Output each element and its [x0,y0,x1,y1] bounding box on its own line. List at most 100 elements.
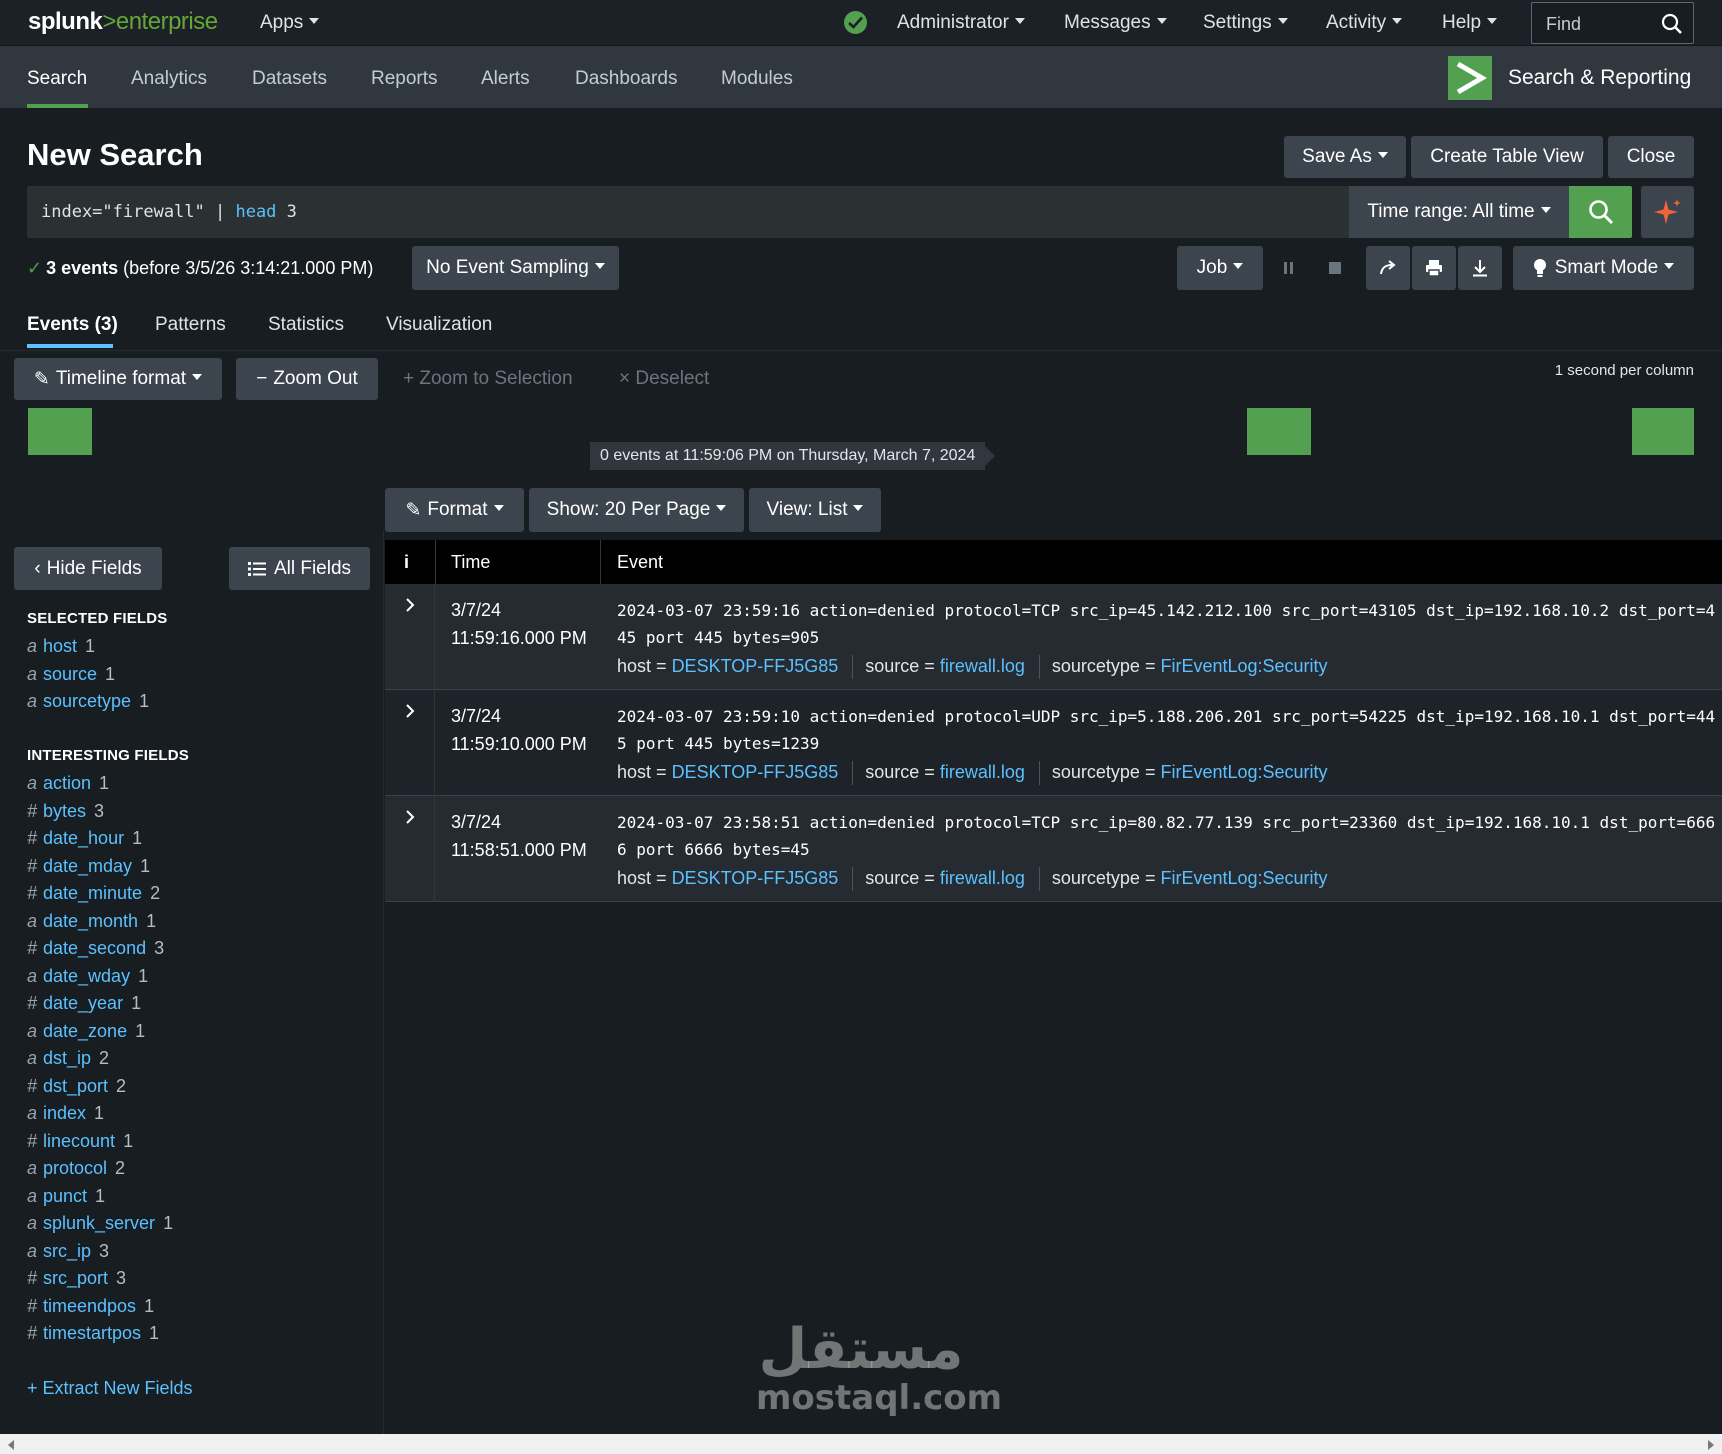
field-name[interactable]: date_second [43,938,146,958]
share-button[interactable] [1366,246,1410,290]
zoom-to-selection-link[interactable]: + Zoom to Selection [403,368,573,390]
field-item[interactable]: a index 1 [27,1103,104,1124]
field-item[interactable]: # date_hour 1 [27,828,142,849]
field-item[interactable]: # date_minute 2 [27,883,160,904]
all-fields-button[interactable]: All Fields [229,547,370,590]
source-value[interactable]: firewall.log [940,868,1025,888]
source-value[interactable]: firewall.log [940,656,1025,676]
format-button[interactable]: ✎ Format [385,488,524,532]
field-item[interactable]: # dst_port 2 [27,1076,126,1097]
field-item[interactable]: # date_mday 1 [27,856,150,877]
field-name[interactable]: dst_ip [43,1048,91,1068]
deselect-link[interactable]: × Deselect [619,368,709,390]
tab-events[interactable]: Events (3) [27,314,118,336]
field-name[interactable]: timeendpos [43,1296,136,1316]
tab-analytics[interactable]: Analytics [131,68,207,90]
tab-alerts[interactable]: Alerts [481,68,530,90]
field-item[interactable]: a date_zone 1 [27,1021,145,1042]
field-item[interactable]: a host 1 [27,636,95,657]
event-raw[interactable]: 2024-03-07 23:59:16 action=denied protoc… [617,597,1717,651]
tab-reports[interactable]: Reports [371,68,438,90]
field-item[interactable]: a action 1 [27,773,109,794]
field-name[interactable]: linecount [43,1131,115,1151]
zoom-out-button[interactable]: − Zoom Out [236,358,378,400]
event-raw[interactable]: 2024-03-07 23:58:51 action=denied protoc… [617,809,1717,863]
field-name[interactable]: date_mday [43,856,132,876]
field-item[interactable]: # date_second 3 [27,938,164,959]
time-column-header[interactable]: Time [451,552,490,573]
field-name[interactable]: bytes [43,801,86,821]
extract-new-fields-link[interactable]: + Extract New Fields [27,1378,193,1399]
field-name[interactable]: date_minute [43,883,142,903]
field-name[interactable]: punct [43,1186,87,1206]
search-query[interactable]: index="firewall" | head 3 [41,202,297,222]
field-name[interactable]: src_port [43,1268,108,1288]
field-item[interactable]: a splunk_server 1 [27,1213,173,1234]
search-submit-button[interactable] [1569,186,1632,238]
expand-row-button[interactable] [385,796,435,902]
messages-menu[interactable]: Messages [1064,12,1167,34]
tab-patterns[interactable]: Patterns [155,314,226,336]
field-item[interactable]: a protocol 2 [27,1158,125,1179]
activity-menu[interactable]: Activity [1326,12,1403,34]
field-item[interactable]: # timeendpos 1 [27,1296,154,1317]
per-page-dropdown[interactable]: Show: 20 Per Page [529,488,744,532]
settings-menu[interactable]: Settings [1203,12,1288,34]
app-logo-icon[interactable] [1448,56,1492,100]
field-name[interactable]: timestartpos [43,1323,141,1343]
user-menu[interactable]: Administrator [897,12,1025,34]
tab-search[interactable]: Search [27,68,87,90]
search-icon[interactable] [1661,13,1683,35]
host-value[interactable]: DESKTOP-FFJ5G85 [672,656,839,676]
field-name[interactable]: protocol [43,1158,107,1178]
splunk-logo[interactable]: splunk>enterprise [28,8,218,36]
field-item[interactable]: # timestartpos 1 [27,1323,159,1344]
host-value[interactable]: DESKTOP-FFJ5G85 [672,868,839,888]
field-name[interactable]: index [43,1103,86,1123]
event-time[interactable]: 3/7/24 11:58:51.000 PM [451,808,587,864]
apps-menu[interactable]: Apps [260,12,320,34]
export-button[interactable] [1458,246,1502,290]
field-item[interactable]: a sourcetype 1 [27,691,149,712]
field-item[interactable]: a source 1 [27,664,115,685]
search-input[interactable]: index="firewall" | head 3 [27,186,1349,238]
field-name[interactable]: date_hour [43,828,124,848]
field-name[interactable]: source [43,664,97,684]
event-raw[interactable]: 2024-03-07 23:59:10 action=denied protoc… [617,703,1717,757]
search-mode-dropdown[interactable]: Smart Mode [1513,246,1694,290]
create-table-view-button[interactable]: Create Table View [1411,136,1603,178]
source-value[interactable]: firewall.log [940,762,1025,782]
expand-row-button[interactable] [385,690,435,796]
timeline-bar[interactable] [1247,408,1311,455]
print-button[interactable] [1412,246,1456,290]
field-name[interactable]: src_ip [43,1241,91,1261]
field-item[interactable]: # date_year 1 [27,993,141,1014]
host-value[interactable]: DESKTOP-FFJ5G85 [672,762,839,782]
field-item[interactable]: a src_ip 3 [27,1241,109,1262]
field-name[interactable]: action [43,773,91,793]
timeline-format-button[interactable]: ✎ Timeline format [14,358,222,400]
time-range-picker[interactable]: Time range: All time [1349,186,1569,238]
timeline-bar[interactable] [1632,408,1694,455]
check-circle-icon[interactable] [844,11,867,34]
stop-icon[interactable] [1320,246,1350,290]
pause-icon[interactable] [1274,246,1304,290]
field-item[interactable]: # bytes 3 [27,801,104,822]
field-item[interactable]: a dst_ip 2 [27,1048,109,1069]
field-item[interactable]: # linecount 1 [27,1131,133,1152]
field-name[interactable]: date_month [43,911,138,931]
field-name[interactable]: date_year [43,993,123,1013]
field-item[interactable]: a date_month 1 [27,911,156,932]
scroll-right-icon[interactable] [1708,1440,1714,1450]
event-sampling-dropdown[interactable]: No Event Sampling [412,246,619,290]
tab-dashboards[interactable]: Dashboards [575,68,677,90]
event-time[interactable]: 3/7/24 11:59:10.000 PM [451,702,587,758]
field-item[interactable]: a date_wday 1 [27,966,148,987]
app-name[interactable]: Search & Reporting [1508,66,1691,90]
expand-row-button[interactable] [385,584,435,690]
event-time[interactable]: 3/7/24 11:59:16.000 PM [451,596,587,652]
tab-statistics[interactable]: Statistics [268,314,344,336]
find-input[interactable]: Find [1531,2,1694,44]
horizontal-scrollbar[interactable] [0,1434,1722,1454]
save-as-button[interactable]: Save As [1284,136,1406,178]
